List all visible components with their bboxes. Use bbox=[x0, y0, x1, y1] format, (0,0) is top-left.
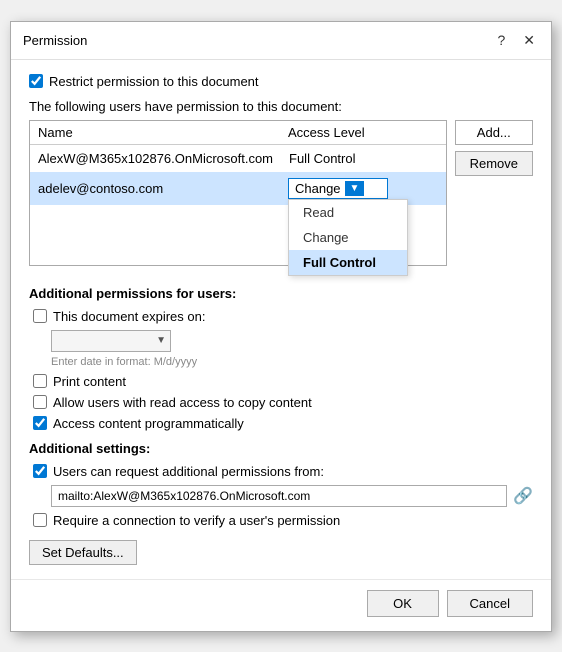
users-table: Name Access Level AlexW@M365x102876.OnMi… bbox=[29, 120, 447, 266]
additional-permissions-section: Additional permissions for users: This d… bbox=[29, 286, 533, 431]
expires-label: This document expires on: bbox=[53, 309, 205, 324]
restrict-label: Restrict permission to this document bbox=[49, 74, 259, 89]
dropdown-chevron-icon[interactable]: ▼ bbox=[345, 181, 365, 196]
date-input-wrapper: ▼ bbox=[51, 330, 171, 352]
cancel-button[interactable]: Cancel bbox=[447, 590, 533, 617]
copy-label: Allow users with read access to copy con… bbox=[53, 395, 312, 410]
date-chevron-icon[interactable]: ▼ bbox=[152, 335, 170, 346]
selected-access-label: Change bbox=[295, 181, 341, 196]
side-buttons: Add... Remove bbox=[455, 120, 533, 176]
require-connection-label: Require a connection to verify a user's … bbox=[53, 513, 340, 528]
print-label: Print content bbox=[53, 374, 126, 389]
restrict-checkbox[interactable] bbox=[29, 74, 43, 88]
print-row: Print content bbox=[29, 374, 533, 389]
dropdown-option-change[interactable]: Change bbox=[289, 225, 407, 250]
access-dropdown-menu: Read Change Full Control bbox=[288, 199, 408, 276]
additional-settings-section: Additional settings: Users can request a… bbox=[29, 441, 533, 565]
user-access-2: Change ▼ Read Change Full Control bbox=[280, 175, 446, 202]
copy-checkbox[interactable] bbox=[33, 395, 47, 409]
user-access-1: Full Control bbox=[281, 148, 446, 169]
permission-dialog: Permission ? ✕ Restrict permission to th… bbox=[10, 21, 552, 632]
dropdown-option-fullcontrol[interactable]: Full Control bbox=[289, 250, 407, 275]
users-section-label: The following users have permission to t… bbox=[29, 99, 533, 114]
programmatic-checkbox[interactable] bbox=[33, 416, 47, 430]
col-access: Access Level bbox=[280, 121, 373, 144]
user-name-1: AlexW@M365x102876.OnMicrosoft.com bbox=[30, 148, 281, 169]
programmatic-label: Access content programmatically bbox=[53, 416, 244, 431]
programmatic-row: Access content programmatically bbox=[29, 416, 533, 431]
date-row: ▼ bbox=[51, 330, 533, 352]
email-input[interactable] bbox=[51, 485, 507, 507]
require-connection-checkbox[interactable] bbox=[33, 513, 47, 527]
access-select-wrapper[interactable]: Change ▼ Read Change Full Control bbox=[288, 178, 388, 199]
set-defaults-button[interactable]: Set Defaults... bbox=[29, 540, 137, 565]
require-connection-row: Require a connection to verify a user's … bbox=[29, 513, 533, 528]
additional-permissions-title: Additional permissions for users: bbox=[29, 286, 533, 301]
table-header: Name Access Level bbox=[30, 121, 446, 145]
expires-row: This document expires on: bbox=[29, 309, 533, 324]
copy-row: Allow users with read access to copy con… bbox=[29, 395, 533, 410]
additional-settings-title: Additional settings: bbox=[29, 441, 533, 456]
request-checkbox[interactable] bbox=[33, 464, 47, 478]
table-row[interactable]: AlexW@M365x102876.OnMicrosoft.com Full C… bbox=[30, 145, 446, 172]
dropdown-option-read[interactable]: Read bbox=[289, 200, 407, 225]
link-icon[interactable]: 🔗 bbox=[513, 486, 533, 506]
expires-checkbox[interactable] bbox=[33, 309, 47, 323]
dialog-body: Restrict permission to this document The… bbox=[11, 60, 551, 579]
add-button[interactable]: Add... bbox=[455, 120, 533, 145]
request-label: Users can request additional permissions… bbox=[53, 464, 324, 479]
col-name: Name bbox=[30, 121, 280, 144]
access-dropdown-display[interactable]: Change ▼ bbox=[288, 178, 388, 199]
dialog-title: Permission bbox=[23, 33, 87, 48]
title-bar-left: Permission bbox=[23, 33, 87, 48]
table-row[interactable]: adelev@contoso.com Change ▼ Read Change bbox=[30, 172, 446, 205]
email-row: 🔗 bbox=[51, 485, 533, 507]
date-input[interactable] bbox=[52, 331, 152, 351]
dialog-footer: OK Cancel bbox=[11, 579, 551, 631]
remove-button[interactable]: Remove bbox=[455, 151, 533, 176]
title-bar: Permission ? ✕ bbox=[11, 22, 551, 60]
restrict-checkbox-row: Restrict permission to this document bbox=[29, 74, 533, 89]
date-hint: Enter date in format: M/d/yyyy bbox=[51, 356, 533, 368]
help-button[interactable]: ? bbox=[493, 30, 509, 50]
user-name-2: adelev@contoso.com bbox=[30, 178, 280, 199]
print-checkbox[interactable] bbox=[33, 374, 47, 388]
request-row: Users can request additional permissions… bbox=[29, 464, 533, 479]
ok-button[interactable]: OK bbox=[367, 590, 439, 617]
close-button[interactable]: ✕ bbox=[519, 30, 539, 51]
title-bar-right: ? ✕ bbox=[493, 30, 539, 51]
